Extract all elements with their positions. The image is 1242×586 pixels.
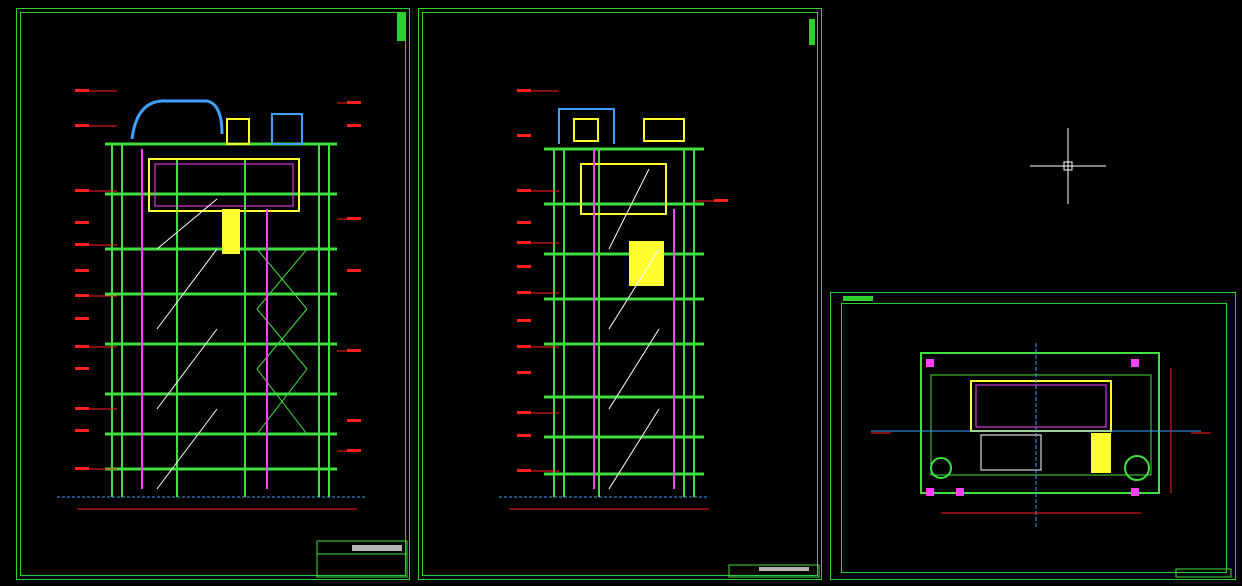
drawing-sheet-2[interactable]: [418, 8, 822, 580]
drawing-sheet-3[interactable]: [830, 292, 1236, 580]
elevation-b-drawing: [499, 89, 820, 578]
drawing-sheet-1[interactable]: [16, 8, 410, 580]
plan-view-drawing: [871, 343, 1232, 578]
crosshair-icon: [1030, 128, 1106, 204]
elevation-a-drawing: [57, 89, 408, 578]
